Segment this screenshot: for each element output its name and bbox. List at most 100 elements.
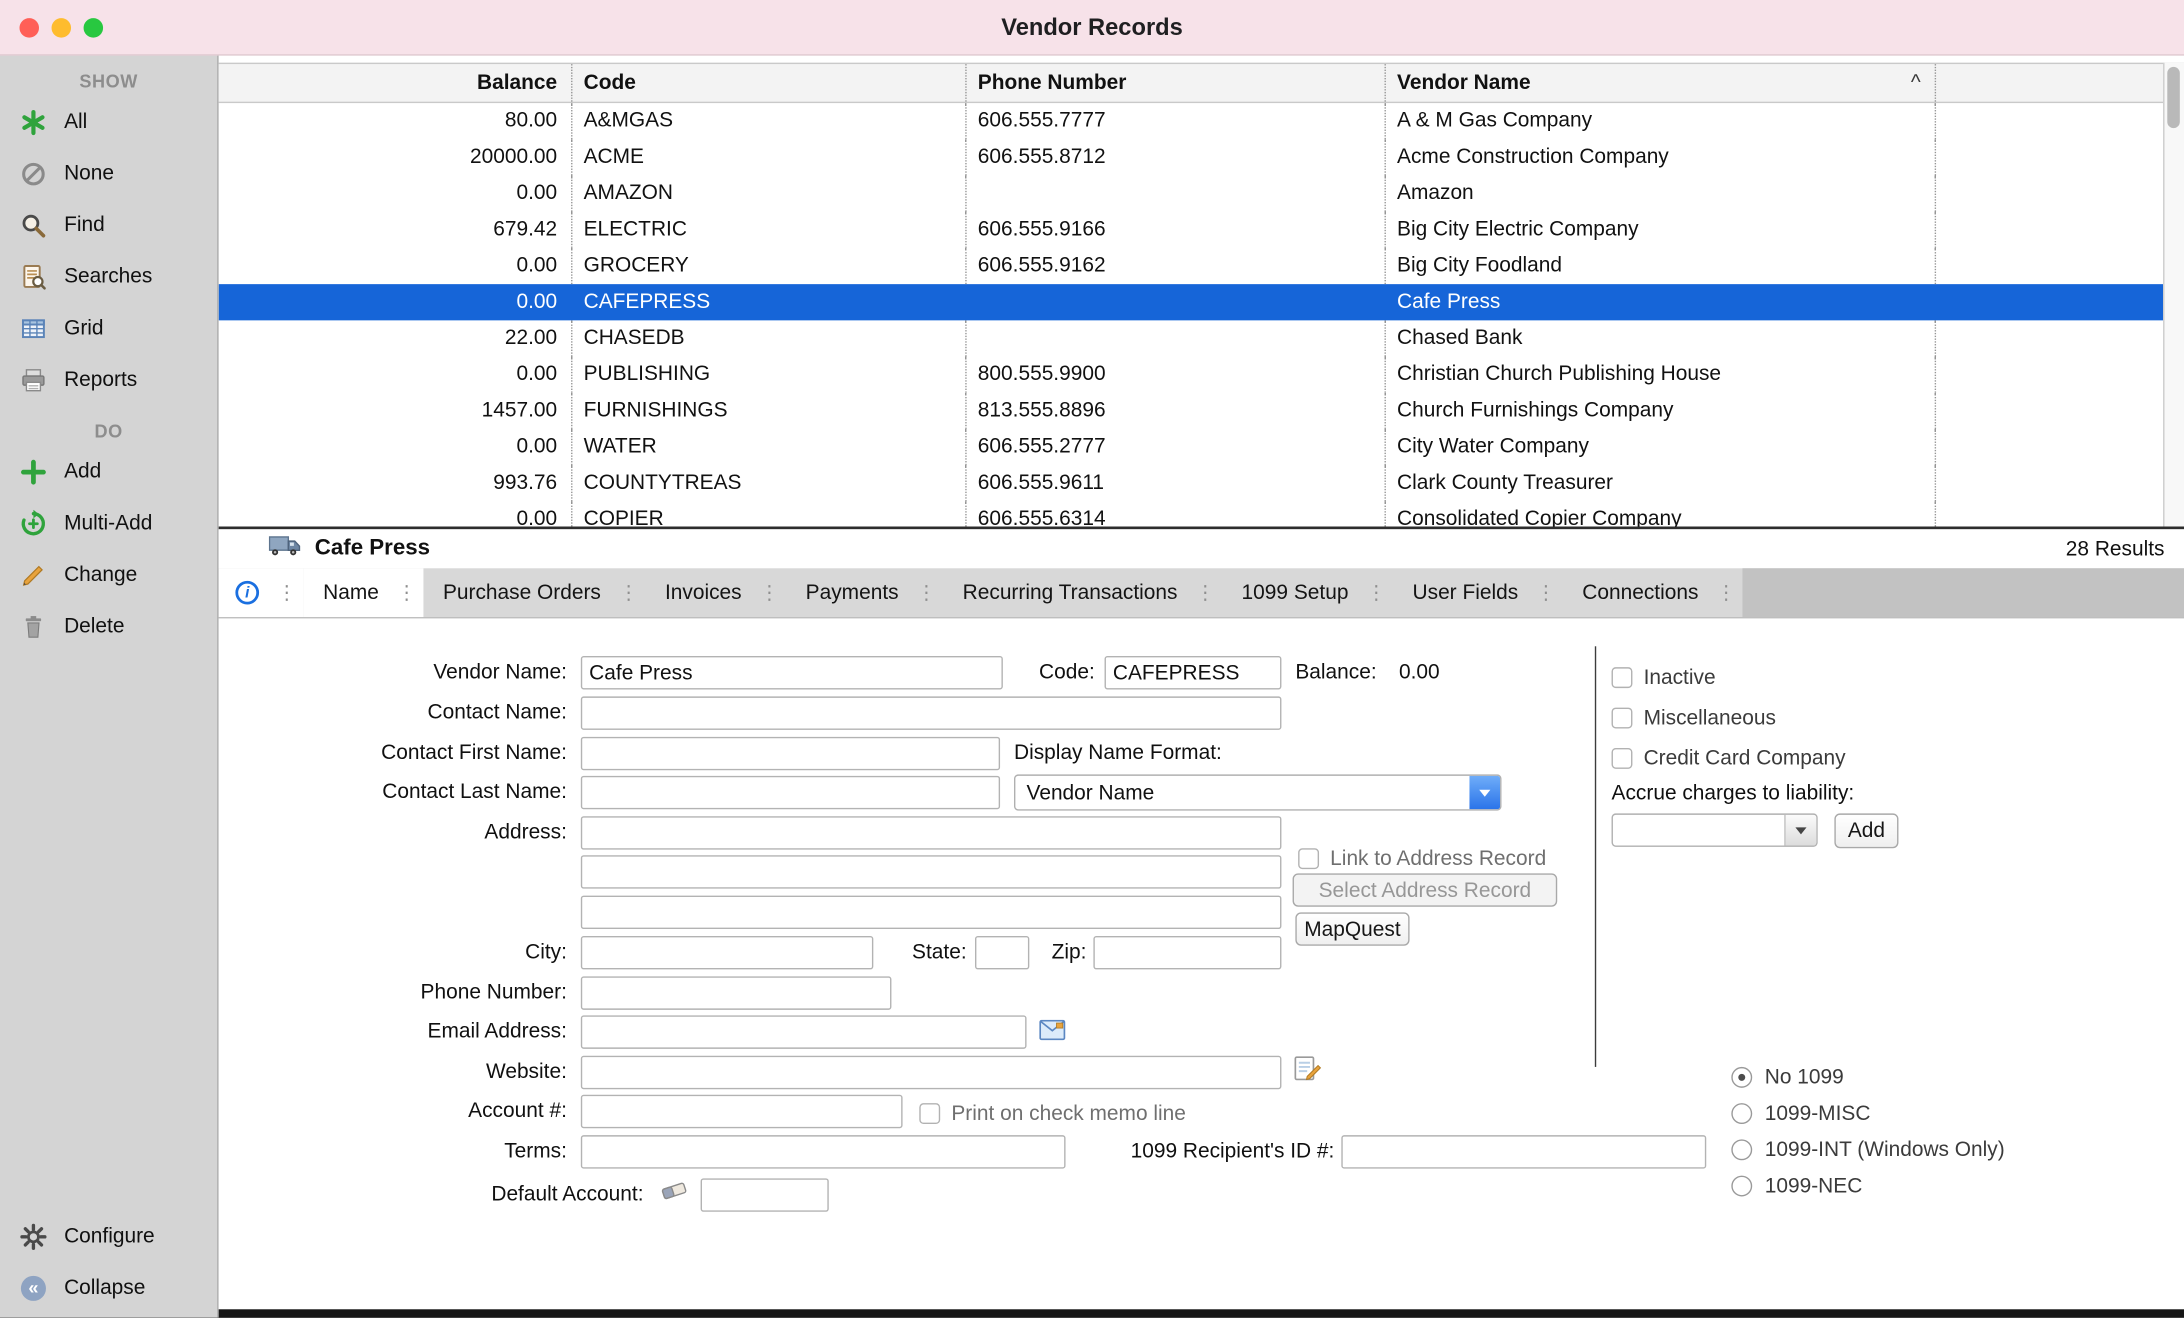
recipient-id-input[interactable] <box>1341 1135 1706 1168</box>
detail-tab[interactable]: Recurring Transactions ⋮ <box>943 568 1222 617</box>
window-bottom-edge <box>219 1309 2184 1317</box>
sidebar-item-delete[interactable]: Delete <box>0 600 217 652</box>
table-row[interactable]: 0.00 WATER 606.555.2777 City Water Compa… <box>219 429 2163 465</box>
display-name-format-dropdown[interactable]: Vendor Name <box>1014 774 1501 810</box>
detail-tab[interactable]: Name ⋮ <box>304 568 424 617</box>
table-row[interactable]: 0.00 CAFEPRESS Cafe Press <box>219 284 2163 320</box>
radio-1099-option[interactable]: 1099-INT (Windows Only) <box>1731 1131 2004 1167</box>
table-row[interactable]: 993.76 COUNTYTREAS 606.555.9611 Clark Co… <box>219 465 2163 501</box>
address-line2-input[interactable] <box>581 855 1282 888</box>
code-input[interactable] <box>1105 656 1282 689</box>
tab-info[interactable]: i ⋮ <box>219 568 304 617</box>
radio-icon <box>1731 1139 1752 1160</box>
scrollbar-thumb[interactable] <box>2167 67 2180 128</box>
radio-1099-option[interactable]: No 1099 <box>1731 1059 2004 1095</box>
flag-checkbox[interactable]: Inactive <box>1612 657 1846 697</box>
column-header-balance[interactable]: Balance <box>219 64 573 102</box>
radio-1099-option[interactable]: 1099-NEC <box>1731 1167 2004 1203</box>
cell-code: ACME <box>572 139 966 175</box>
link-to-address-checkbox[interactable]: Link to Address Record <box>1298 843 1546 874</box>
zip-input[interactable] <box>1093 936 1281 969</box>
eraser-icon[interactable] <box>659 1180 690 1208</box>
zoom-button[interactable] <box>84 18 103 38</box>
city-input[interactable] <box>581 936 873 969</box>
sidebar-item-label: Multi-Add <box>64 511 152 535</box>
radio-1099-option[interactable]: 1099-MISC <box>1731 1095 2004 1131</box>
default-account-input[interactable] <box>701 1178 829 1211</box>
column-header-vendor-name[interactable]: Vendor Name ^ <box>1386 64 1936 102</box>
cell-vendor-name: Acme Construction Company <box>1386 139 1936 175</box>
sidebar-item-none[interactable]: None <box>0 148 217 200</box>
cell-phone: 606.555.9162 <box>967 248 1386 284</box>
detail-tab[interactable]: Connections ⋮ <box>1563 568 1743 617</box>
state-input[interactable] <box>975 936 1029 969</box>
detail-tab[interactable]: Purchase Orders ⋮ <box>423 568 645 617</box>
account-number-input[interactable] <box>581 1095 903 1128</box>
cell-phone: 606.555.7777 <box>967 103 1386 139</box>
flag-checkbox[interactable]: Miscellaneous <box>1612 698 1846 738</box>
trash-icon <box>18 611 49 642</box>
cell-vendor-name: Cafe Press <box>1386 284 1936 320</box>
sidebar-item-multi-add[interactable]: Multi-Add <box>0 497 217 549</box>
table-row[interactable]: 1457.00 FURNISHINGS 813.555.8896 Church … <box>219 393 2163 429</box>
dropdown-selected-value: Vendor Name <box>1015 781 1469 805</box>
sidebar-bottom: Configure « Collapse <box>0 1210 217 1313</box>
print-on-memo-checkbox[interactable]: Print on check memo line <box>919 1098 1186 1129</box>
accrue-add-button[interactable]: Add <box>1834 813 1898 848</box>
cell-balance: 80.00 <box>219 103 573 139</box>
contact-first-name-input[interactable] <box>581 737 1000 770</box>
website-edit-icon[interactable] <box>1294 1054 1322 1087</box>
sidebar-item-add[interactable]: Add <box>0 446 217 498</box>
table-row[interactable]: 0.00 PUBLISHING 800.555.9900 Christian C… <box>219 357 2163 393</box>
table-row[interactable]: 20000.00 ACME 606.555.8712 Acme Construc… <box>219 139 2163 175</box>
detail-tab[interactable]: 1099 Setup ⋮ <box>1222 568 1393 617</box>
sidebar-item-reports[interactable]: Reports <box>0 354 217 406</box>
tab-drag-handle-icon: ⋮ <box>917 581 937 605</box>
vendor-name-input[interactable] <box>581 656 1003 689</box>
contact-last-name-input[interactable] <box>581 776 1000 809</box>
table-row[interactable]: 0.00 AMAZON Amazon <box>219 175 2163 211</box>
table-row[interactable]: 80.00 A&MGAS 606.555.7777 A & M Gas Comp… <box>219 103 2163 139</box>
sidebar-item-label: Find <box>64 213 105 237</box>
tab-drag-handle-icon: ⋮ <box>1196 581 1216 605</box>
address-line1-input[interactable] <box>581 816 1282 849</box>
cell-phone: 606.555.2777 <box>967 429 1386 465</box>
sidebar-item-configure[interactable]: Configure <box>0 1210 217 1262</box>
website-input[interactable] <box>581 1056 1282 1089</box>
column-header-phone[interactable]: Phone Number <box>967 64 1386 102</box>
sidebar-item-change[interactable]: Change <box>0 549 217 601</box>
select-address-record-button[interactable]: Select Address Record <box>1293 873 1558 906</box>
table-row[interactable]: 0.00 GROCERY 606.555.9162 Big City Foodl… <box>219 248 2163 284</box>
mapquest-button[interactable]: MapQuest <box>1295 912 1409 945</box>
email-address-input[interactable] <box>581 1015 1027 1048</box>
table-row[interactable]: 0.00 COPIER 606.555.6314 Consolidated Co… <box>219 501 2163 526</box>
cell-vendor-name: Amazon <box>1386 175 1936 211</box>
accrue-liability-dropdown[interactable] <box>1612 813 1818 846</box>
contact-name-input[interactable] <box>581 696 1282 729</box>
email-icon[interactable] <box>1039 1020 1065 1046</box>
table-scrollbar[interactable] <box>2163 63 2184 527</box>
default-account-label: Default Account: <box>295 1181 643 1209</box>
phone-number-input[interactable] <box>581 976 892 1009</box>
display-name-format-label: Display Name Format: <box>1014 740 1222 768</box>
sidebar-item-grid[interactable]: Grid <box>0 302 217 354</box>
detail-tab[interactable]: Payments ⋮ <box>786 568 943 617</box>
cell-vendor-name: Consolidated Copier Company <box>1386 501 1936 526</box>
cell-code: CAFEPRESS <box>572 284 966 320</box>
table-row[interactable]: 22.00 CHASEDB Chased Bank <box>219 320 2163 356</box>
minimize-button[interactable] <box>52 18 72 38</box>
address-line3-input[interactable] <box>581 896 1282 929</box>
sidebar-item-collapse[interactable]: « Collapse <box>0 1262 217 1314</box>
detail-tab[interactable]: User Fields ⋮ <box>1393 568 1563 617</box>
detail-tab[interactable]: Invoices ⋮ <box>645 568 786 617</box>
sidebar-item-find[interactable]: Find <box>0 199 217 251</box>
flag-checkbox[interactable]: Credit Card Company <box>1612 738 1846 778</box>
close-button[interactable] <box>19 18 38 38</box>
terms-input[interactable] <box>581 1135 1066 1168</box>
table-row[interactable]: 679.42 ELECTRIC 606.555.9166 Big City El… <box>219 212 2163 248</box>
column-header-code[interactable]: Code <box>572 64 966 102</box>
sidebar-item-all[interactable]: All <box>0 96 217 148</box>
cell-vendor-name: Chased Bank <box>1386 320 1936 356</box>
detail-tab-bar: i ⋮ Name ⋮ Purchase Orders ⋮ <box>219 568 2184 618</box>
sidebar-item-searches[interactable]: Searches <box>0 251 217 303</box>
